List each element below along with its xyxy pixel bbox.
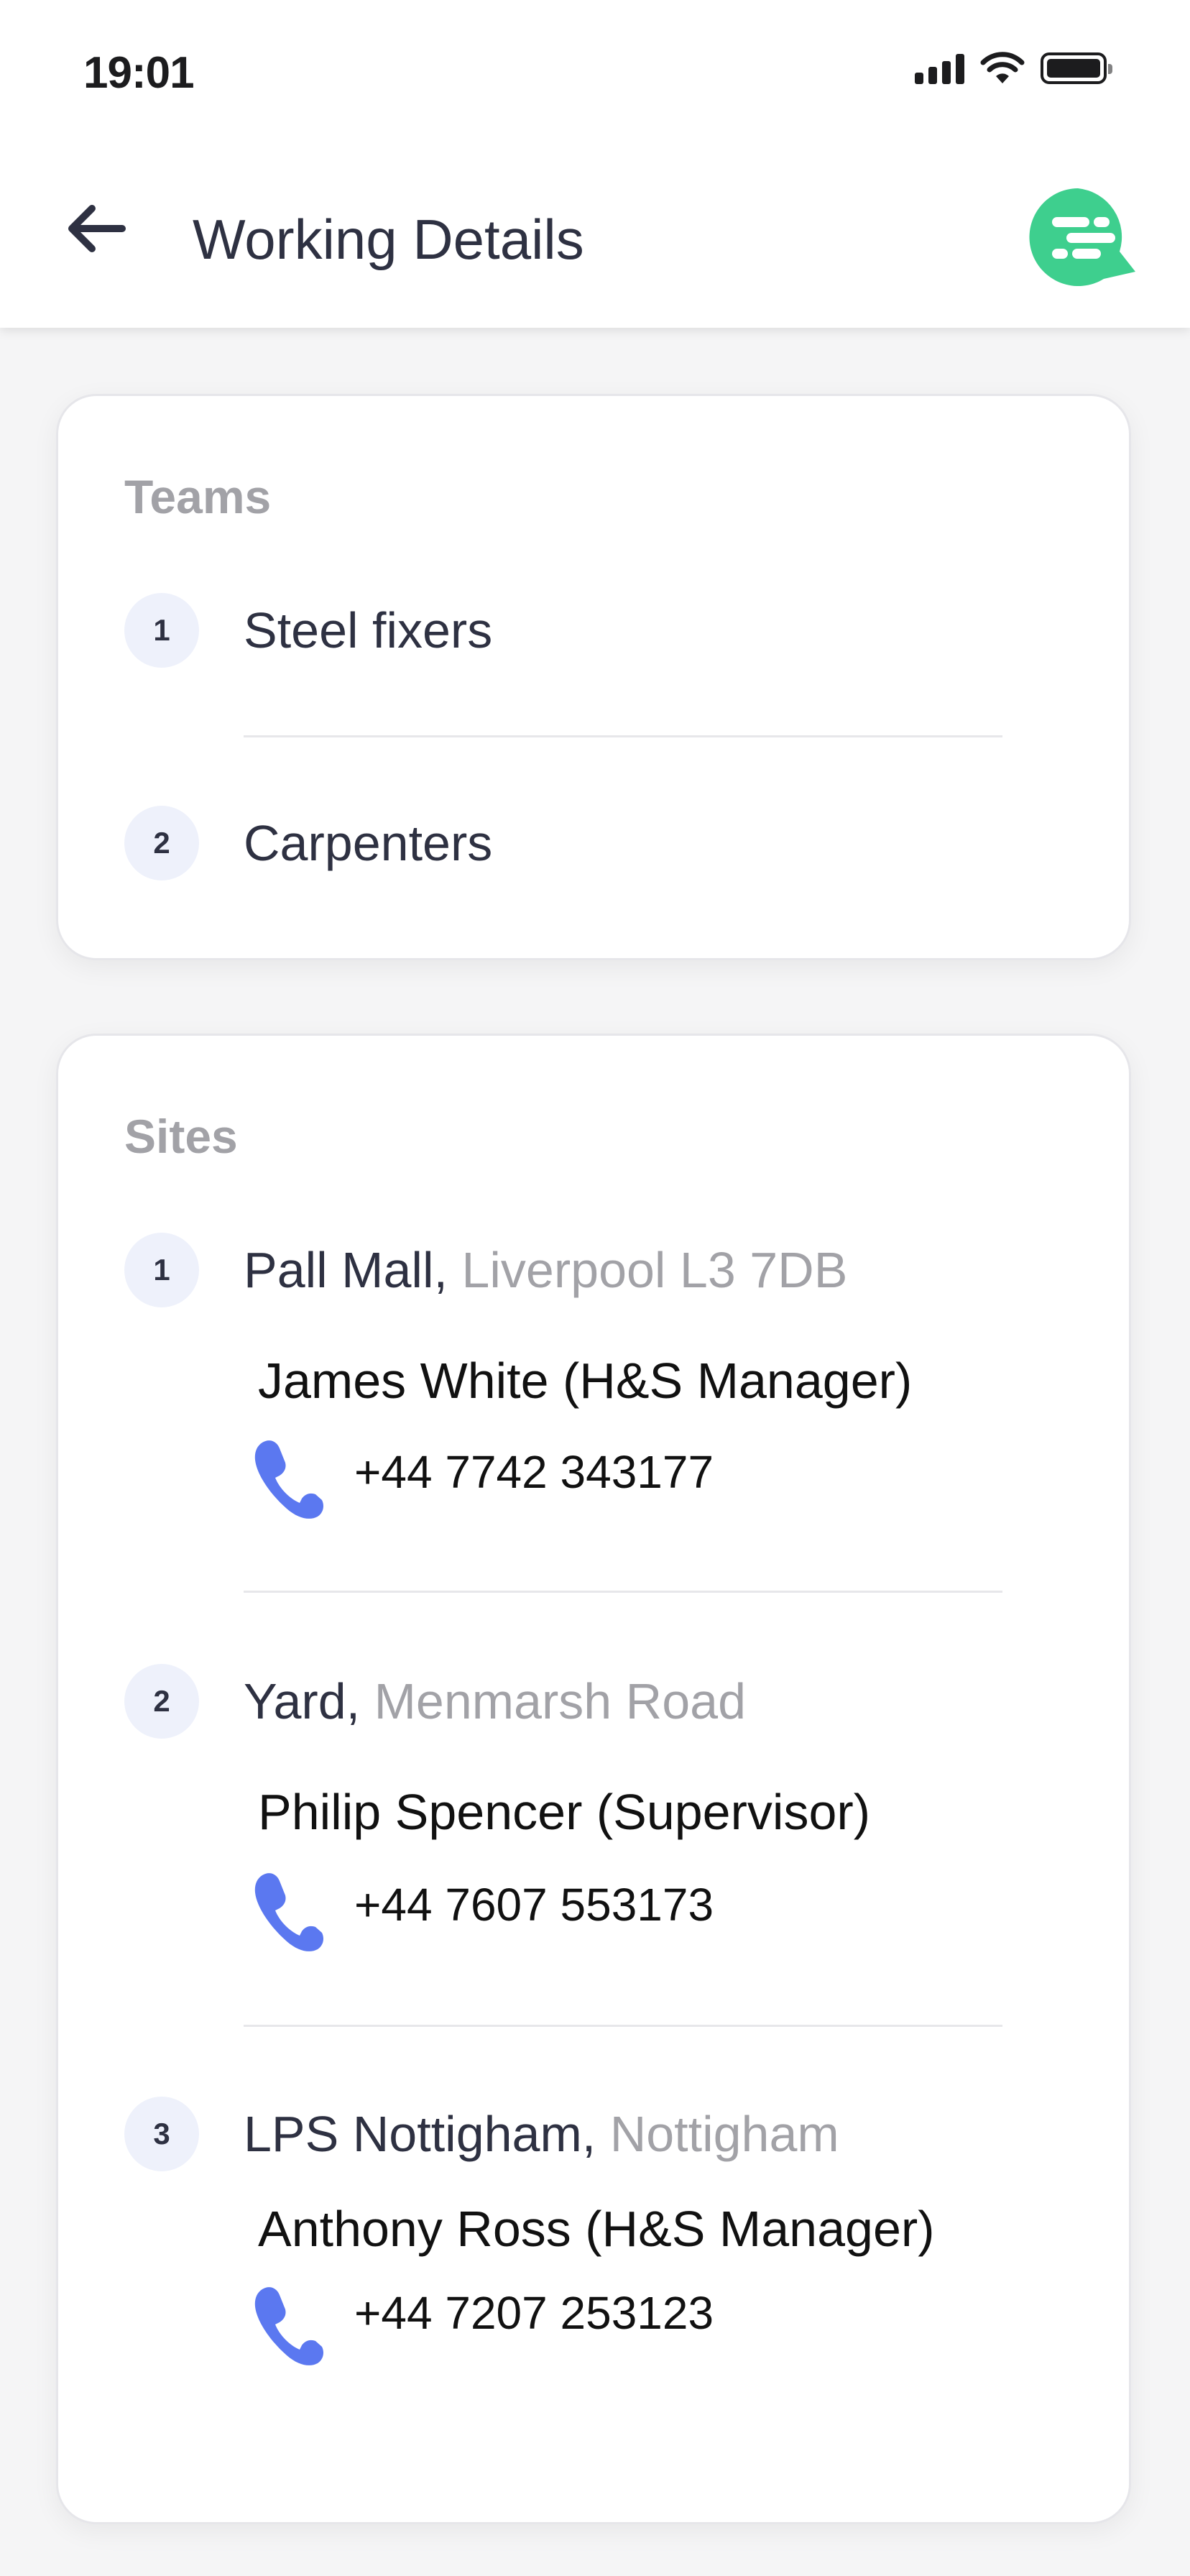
signal-icon — [915, 52, 964, 84]
team-number-badge: 1 — [124, 593, 199, 668]
site-name: LPS Nottigham, — [244, 2106, 596, 2162]
status-time: 19:01 — [83, 48, 195, 98]
site-address: LPS Nottigham, Nottigham — [244, 2105, 839, 2163]
status-icons — [915, 52, 1112, 85]
site-contact-name: James White (H&S Manager) — [258, 1353, 913, 1409]
site-location: Menmarsh Road — [360, 1673, 747, 1729]
back-button[interactable] — [60, 193, 132, 264]
divider — [244, 735, 1002, 737]
top-bar: 19:01 Working Details — [0, 0, 1190, 328]
chat-logo-icon[interactable] — [1026, 185, 1138, 290]
site-number-badge: 3 — [124, 2097, 199, 2171]
team-name: Steel fixers — [244, 602, 493, 658]
site-name: Yard, — [244, 1673, 361, 1729]
page-title: Working Details — [193, 208, 584, 271]
phone-icon[interactable] — [252, 1871, 324, 1951]
site-phone-number[interactable]: +44 7207 253123 — [354, 2286, 714, 2340]
team-number-badge: 2 — [124, 806, 199, 880]
site-location: Liverpool L3 7DB — [447, 1242, 848, 1298]
phone-icon[interactable] — [252, 1438, 324, 1519]
teams-card: Teams 1 Steel fixers 2 Carpenters — [56, 394, 1131, 960]
battery-icon — [1041, 52, 1112, 84]
site-contact-name: Anthony Ross (H&S Manager) — [258, 2201, 935, 2257]
team-name: Carpenters — [244, 815, 493, 871]
divider — [244, 1591, 1002, 1593]
site-location: Nottigham — [596, 2106, 839, 2162]
site-address: Yard, Menmarsh Road — [244, 1673, 746, 1730]
sites-title: Sites — [124, 1110, 238, 1163]
site-phone-number[interactable]: +44 7742 343177 — [354, 1445, 714, 1499]
teams-title: Teams — [124, 470, 272, 523]
site-number-badge: 1 — [124, 1233, 199, 1307]
phone-icon[interactable] — [252, 2285, 324, 2365]
site-number-badge: 2 — [124, 1664, 199, 1739]
divider — [244, 2025, 1002, 2027]
sites-card: Sites 1 Pall Mall, Liverpool L3 7DB Jame… — [56, 1034, 1131, 2524]
site-name: Pall Mall, — [244, 1242, 448, 1298]
wifi-icon — [980, 52, 1025, 83]
site-address: Pall Mall, Liverpool L3 7DB — [244, 1241, 847, 1299]
arrow-left-icon — [68, 205, 126, 252]
site-contact-name: Philip Spencer (Supervisor) — [258, 1784, 871, 1840]
site-phone-number[interactable]: +44 7607 553173 — [354, 1878, 714, 1931]
